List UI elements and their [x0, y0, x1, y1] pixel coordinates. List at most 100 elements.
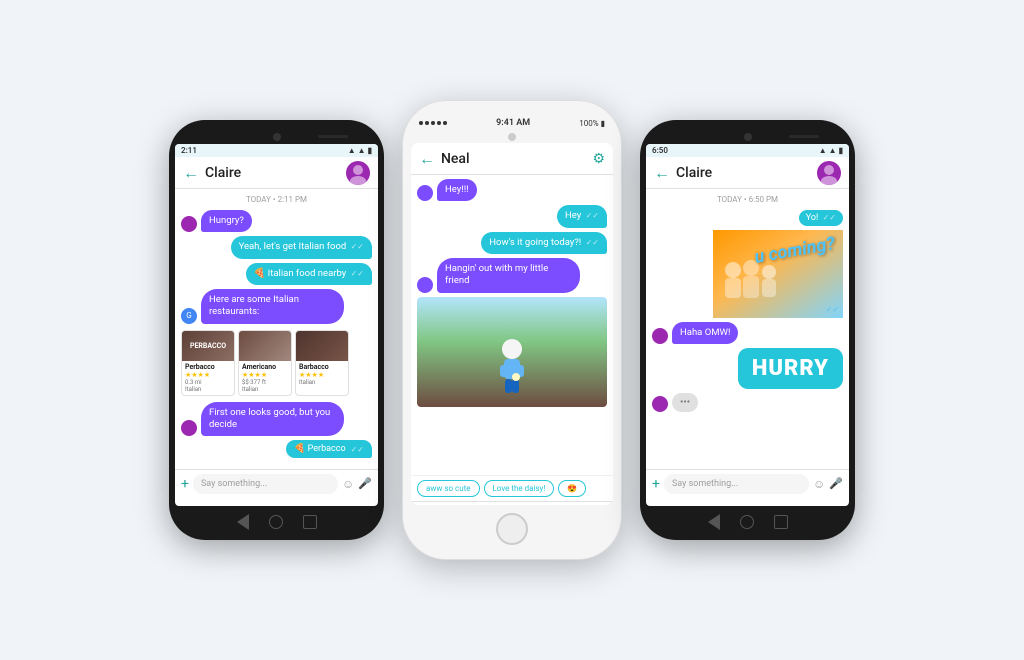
- chip-aww[interactable]: aww so cute: [417, 480, 480, 497]
- phone3-date: TODAY • 6:50 PM: [652, 195, 843, 204]
- back-nav-btn[interactable]: [237, 514, 249, 530]
- phone3-plus-icon[interactable]: +: [652, 476, 660, 492]
- phone3-input-bar: + Say something... ☺ 🎤: [646, 469, 849, 497]
- phone1-status-bar: 2:11 ▲ ▲ ▮: [175, 144, 378, 157]
- americano-img: [239, 331, 291, 361]
- dot5: [443, 121, 447, 125]
- phone3-home-nav-btn[interactable]: [740, 515, 754, 529]
- iphone-time: 9:41 AM: [496, 118, 530, 128]
- phone3-mic-icon[interactable]: 🎤: [829, 477, 843, 490]
- wifi-icon: ▲: [348, 146, 356, 155]
- phone1-screen: 2:11 ▲ ▲ ▮ ← Claire TODAY • 2:11 PM: [175, 144, 378, 506]
- phone1-input-bar: + Say something... ☺ 🎤: [175, 469, 378, 497]
- phone1-date: TODAY • 2:11 PM: [181, 195, 372, 204]
- battery-icon-iphone: ▮: [601, 119, 605, 128]
- phone3-avatar: [817, 161, 841, 185]
- bubble-how: How's it going today?! ✓✓: [481, 232, 607, 254]
- phone3-back-icon[interactable]: ←: [654, 163, 670, 183]
- rest-perbacco[interactable]: PERBACCO Perbacco ★★★★ 0.3 mi Italian: [181, 330, 235, 396]
- sender-avatar: [181, 216, 197, 232]
- perbacco-type: Italian: [185, 386, 231, 393]
- bubble-hungry: Hungry?: [201, 210, 252, 232]
- check-mark: ✓✓: [826, 305, 839, 314]
- battery-pct: 100%: [579, 119, 598, 128]
- dot2: [425, 121, 429, 125]
- phone1-input[interactable]: Say something...: [193, 474, 338, 494]
- phone1-time: 2:11: [181, 146, 197, 155]
- barbacco-stars: ★★★★: [299, 371, 345, 379]
- phone3-input[interactable]: Say something...: [664, 474, 809, 494]
- iphone-chat: Hey!!! Hey ✓✓ How's it going today?! ✓✓ …: [411, 175, 613, 475]
- bubble-italian: Yeah, let's get Italian food ✓✓: [231, 236, 372, 258]
- phone3-camera: [744, 133, 752, 141]
- claire-avatar: [652, 328, 668, 344]
- android-phone-3: 6:50 ▲ ▲ ▮ ← Claire TODAY • 6:50 PM: [640, 120, 855, 540]
- iphone-header: ← Neal ⚙: [411, 143, 613, 175]
- phone3-recents-nav-btn[interactable]: [774, 515, 788, 529]
- phone3-time: 6:50: [652, 146, 668, 155]
- battery-icon: ▮: [368, 146, 372, 155]
- barbacco-name: Barbacco: [299, 363, 345, 371]
- neal-avatar2: [417, 277, 433, 293]
- sender-avatar2: [181, 420, 197, 436]
- phone3-nav: [646, 512, 849, 532]
- phone3-header: ← Claire: [646, 157, 849, 189]
- dot3: [431, 121, 435, 125]
- iphone-screen: ← Neal ⚙ Hey!!! Hey ✓✓ How's it going to…: [411, 143, 613, 505]
- bubble-first: First one looks good, but you decide: [201, 402, 344, 437]
- dot1: [419, 121, 423, 125]
- signal-icon: ▲: [358, 146, 366, 155]
- iphone-top-notch: 9:41 AM 100% ▮: [411, 115, 613, 131]
- americano-info: Americano ★★★★ $$·377 ft Italian: [239, 361, 291, 395]
- msg-hey-out: Hey ✓✓: [417, 205, 607, 227]
- americano-type: Italian: [242, 386, 288, 393]
- bubble-hey-out: Hey ✓✓: [557, 205, 607, 227]
- barbacco-type: Italian: [299, 379, 345, 386]
- plus-icon[interactable]: +: [181, 476, 189, 492]
- phone1-header: ← Claire: [175, 157, 378, 189]
- baby-figure-svg: [492, 337, 532, 407]
- chip-emoji[interactable]: 😍: [558, 480, 586, 497]
- phone3-wifi-icon: ▲: [819, 146, 827, 155]
- recents-nav-btn[interactable]: [303, 515, 317, 529]
- msg-nearby: 🍕 Italian food nearby ✓✓: [181, 263, 372, 285]
- emoji-icon[interactable]: ☺: [342, 477, 354, 491]
- baby-photo: [417, 297, 607, 407]
- iphone-contact: Neal: [441, 151, 592, 167]
- speaker: [318, 135, 348, 138]
- iphone-camera: [508, 133, 516, 141]
- iphone-back-icon[interactable]: ←: [419, 149, 435, 169]
- phone3-emoji-icon[interactable]: ☺: [813, 477, 825, 491]
- chip-daisy[interactable]: Love the daisy!: [484, 480, 555, 497]
- perbacco-name: Perbacco: [185, 363, 231, 371]
- phone3-back-nav-btn[interactable]: [708, 514, 720, 530]
- bubble-nearby: 🍕 Italian food nearby ✓✓: [246, 263, 373, 285]
- msg-yo: Yo! ✓✓: [652, 210, 843, 226]
- restaurant-cards: PERBACCO Perbacco ★★★★ 0.3 mi Italian Am…: [181, 330, 372, 396]
- coming-photo-container: u coming? ✓✓: [713, 230, 843, 318]
- iphone-home-button[interactable]: [496, 513, 528, 545]
- phone1-status-icons: ▲ ▲ ▮: [348, 146, 372, 155]
- msg-google: G Here are some Italian restaurants:: [181, 289, 372, 324]
- main-scene: 2:11 ▲ ▲ ▮ ← Claire TODAY • 2:11 PM: [0, 0, 1024, 660]
- americano-detail: $$·377 ft: [242, 379, 288, 386]
- suggestion-chips: aww so cute Love the daisy! 😍: [411, 475, 613, 501]
- bubble-hey: Hey!!!: [437, 179, 477, 201]
- phone1-top-bar: [175, 130, 378, 144]
- phone1-nav: [175, 512, 378, 532]
- back-arrow-icon[interactable]: ←: [183, 163, 199, 183]
- rest-barbacco[interactable]: Barbacco ★★★★ Italian: [295, 330, 349, 396]
- mic-icon[interactable]: 🎤: [358, 477, 372, 490]
- msg-hangin: Hangin' out with my little friend: [417, 258, 607, 293]
- home-nav-btn[interactable]: [269, 515, 283, 529]
- phone3-speaker: [789, 135, 819, 138]
- gear-icon[interactable]: ⚙: [592, 151, 605, 167]
- msg-haha: Haha OMW!: [652, 322, 843, 344]
- phone3-chat: TODAY • 6:50 PM Yo! ✓✓: [646, 189, 849, 469]
- americano-stars: ★★★★: [242, 371, 288, 379]
- phone1-contact: Claire: [205, 165, 346, 181]
- msg-hey: Hey!!!: [417, 179, 607, 201]
- rest-americano[interactable]: Americano ★★★★ $$·377 ft Italian: [238, 330, 292, 396]
- bubble-google: Here are some Italian restaurants:: [201, 289, 344, 324]
- perbacco-info: Perbacco ★★★★ 0.3 mi Italian: [182, 361, 234, 395]
